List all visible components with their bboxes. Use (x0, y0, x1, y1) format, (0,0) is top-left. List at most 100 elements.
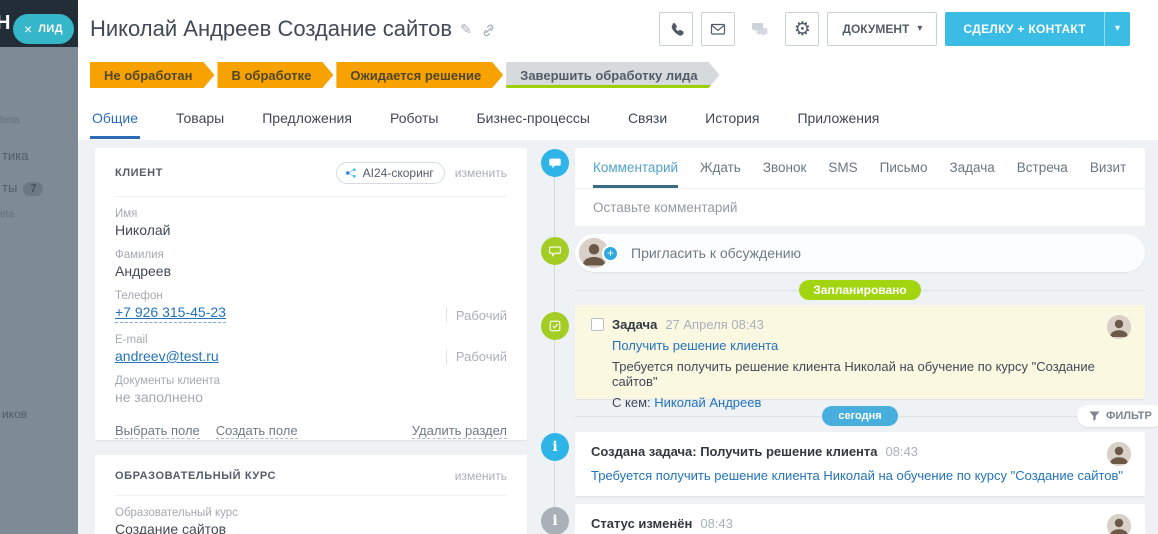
client-card: КЛИЕНТ AI24-скоринг изменить Имя Николай (95, 148, 527, 440)
lead-detail-panel: Николай Андреев Создание сайтов ✎ ⚙ ДОКУ… (78, 0, 1158, 534)
deal-contact-button[interactable]: СДЕЛКУ + КОНТАКТ ▾ (945, 12, 1130, 46)
client-edit-link[interactable]: изменить (455, 166, 507, 180)
sidebar-item-with-counter[interactable]: ты 7 (2, 180, 44, 196)
tab-history[interactable]: История (703, 104, 761, 139)
tab-products[interactable]: Товары (174, 104, 226, 139)
ai-scoring-button[interactable]: AI24-скоринг (335, 162, 445, 184)
phone-link[interactable]: +7 926 315-45-23 (115, 304, 226, 323)
copy-link-icon[interactable] (480, 22, 495, 37)
delete-section-link[interactable]: Удалить раздел (411, 423, 507, 439)
call-button[interactable] (659, 12, 694, 46)
lead-slider-close-badge[interactable]: × ЛИД (13, 14, 75, 44)
lead-badge-label: ЛИД (38, 23, 64, 35)
header-actions: ⚙ ДОКУМЕНТ ▾ СДЕЛКУ + КОНТАКТ ▾ (659, 12, 1130, 46)
entry-time: 08:43 (885, 444, 919, 459)
create-field-link[interactable]: Создать поле (215, 423, 298, 439)
tl-tab-wait[interactable]: Ждать (700, 160, 741, 188)
tl-tab-visit[interactable]: Визит (1090, 160, 1126, 188)
sidebar-item-beta2[interactable]: eta (0, 209, 14, 220)
chevron-down-icon: ▾ (1114, 23, 1120, 34)
email-type: Рабочий (445, 349, 507, 364)
close-icon[interactable]: × (24, 22, 32, 36)
stage-finish-lead[interactable]: Завершить обработку лида (506, 62, 719, 88)
course-card-header: ОБРАЗОВАТЕЛЬНЫЙ КУРС изменить (115, 469, 507, 496)
email-link[interactable]: andreev@test.ru (115, 348, 219, 364)
sidebar-item-analytics[interactable]: тика (2, 148, 28, 163)
course-edit-link[interactable]: изменить (455, 469, 507, 483)
stage-in-progress[interactable]: В обработке (217, 62, 333, 88)
chevron-down-icon: ▾ (917, 23, 923, 34)
comment-input[interactable] (575, 189, 1145, 226)
avatar (1107, 514, 1131, 534)
course-card-title: ОБРАЗОВАТЕЛЬНЫЙ КУРС (115, 470, 277, 482)
deal-contact-dropdown[interactable]: ▾ (1103, 12, 1130, 46)
task-checkbox[interactable] (591, 318, 604, 331)
info-icon: i (541, 433, 569, 461)
task-type-label: Задача (612, 317, 658, 332)
tl-tab-comment[interactable]: Комментарий (593, 160, 679, 188)
planned-badge: Запланировано (799, 280, 921, 300)
tab-general[interactable]: Общие (90, 104, 141, 139)
course-card: ОБРАЗОВАТЕЛЬНЫЙ КУРС изменить Образовате… (95, 455, 527, 534)
email-button[interactable] (701, 12, 736, 46)
task-datetime: 27 Апреля 08:43 (665, 317, 764, 332)
tl-tab-meeting[interactable]: Встреча (1017, 160, 1068, 188)
tab-robots[interactable]: Роботы (388, 104, 440, 139)
comment-stream-icon (541, 149, 569, 177)
lead-status-pipeline: Не обработан В обработке Ожидается решен… (90, 62, 723, 88)
entry-title: Создана задача: Получить решение клиента (591, 444, 878, 459)
timeline-entry-created-task: Создана задача: Получить решение клиента… (575, 432, 1145, 496)
edit-title-icon[interactable]: ✎ (460, 21, 472, 38)
stage-not-processed[interactable]: Не обработан (90, 62, 214, 88)
funnel-icon (1089, 411, 1100, 421)
invite-label: Пригласить к обсуждению (631, 245, 802, 261)
select-field-link[interactable]: Выбрать поле (115, 423, 200, 439)
tab-business-processes[interactable]: Бизнес-процессы (474, 104, 591, 139)
timeline-composer-card: Комментарий Ждать Звонок SMS Письмо Зада… (575, 148, 1145, 226)
task-title-link[interactable]: Получить решение клиента (612, 338, 778, 353)
planned-separator: Запланировано (575, 280, 1145, 300)
timeline-tabs: Комментарий Ждать Звонок SMS Письмо Зада… (575, 148, 1145, 189)
info-icon: i (541, 507, 569, 534)
tab-apps[interactable]: Приложения (795, 104, 881, 139)
field-documents: Документы клиента не заполнено (115, 375, 221, 405)
today-separator: сегодня (575, 406, 1145, 426)
field-surname: Фамилия Андреев (115, 249, 172, 279)
avatar (1107, 315, 1131, 339)
phone-type: Рабочий (445, 308, 507, 323)
field-course: Образовательный курс Создание сайтов (115, 507, 238, 534)
settings-button[interactable]: ⚙ (785, 12, 820, 46)
field-name: Имя Николай (115, 208, 171, 238)
field-email: E-mail andreev@test.ru Рабочий (115, 334, 507, 364)
tab-quotes[interactable]: Предложения (260, 104, 354, 139)
entry-task-link[interactable]: Требуется получить решение клиента Никол… (591, 468, 1123, 483)
task-header: Задача 27 Апреля 08:43 (591, 317, 1129, 332)
tab-relations[interactable]: Связи (626, 104, 669, 139)
logo-fragment: Н (0, 12, 11, 34)
task-icon (541, 312, 569, 340)
chat-button[interactable] (743, 12, 778, 46)
today-badge[interactable]: сегодня (822, 406, 898, 426)
filter-button[interactable]: ФИЛЬТР (1077, 405, 1158, 427)
stage-awaiting-decision[interactable]: Ожидается решение (336, 62, 503, 88)
timeline-entry-status-changed: Статус изменён 08:43 (575, 504, 1145, 534)
field-phone: Телефон +7 926 315-45-23 Рабочий (115, 290, 507, 323)
invite-avatar-wrap: + (579, 238, 619, 268)
task-entry-card: Задача 27 Апреля 08:43 Получить решение … (575, 305, 1145, 410)
counter-badge: 7 (23, 182, 44, 196)
gear-icon: ⚙ (793, 18, 811, 40)
tl-tab-call[interactable]: Звонок (763, 160, 807, 188)
document-dropdown-button[interactable]: ДОКУМЕНТ ▾ (827, 12, 938, 46)
tl-tab-task[interactable]: Задача (949, 160, 994, 188)
timeline-rail (554, 163, 555, 534)
scoring-icon (345, 168, 356, 178)
invite-to-discussion[interactable]: + Пригласить к обсуждению (575, 234, 1145, 272)
tl-tab-sms[interactable]: SMS (828, 160, 857, 188)
sidebar-item-beta[interactable]: beta (0, 115, 19, 126)
sidebar-item-bottom[interactable]: иков (2, 407, 27, 421)
left-sidebar: Н beta тика ты 7 eta иков (0, 0, 78, 534)
page-title: Николай Андреев Создание сайтов (90, 16, 453, 41)
tl-tab-email[interactable]: Письмо (880, 160, 928, 188)
entry-time: 08:43 (700, 516, 733, 531)
add-person-icon[interactable]: + (602, 244, 619, 262)
